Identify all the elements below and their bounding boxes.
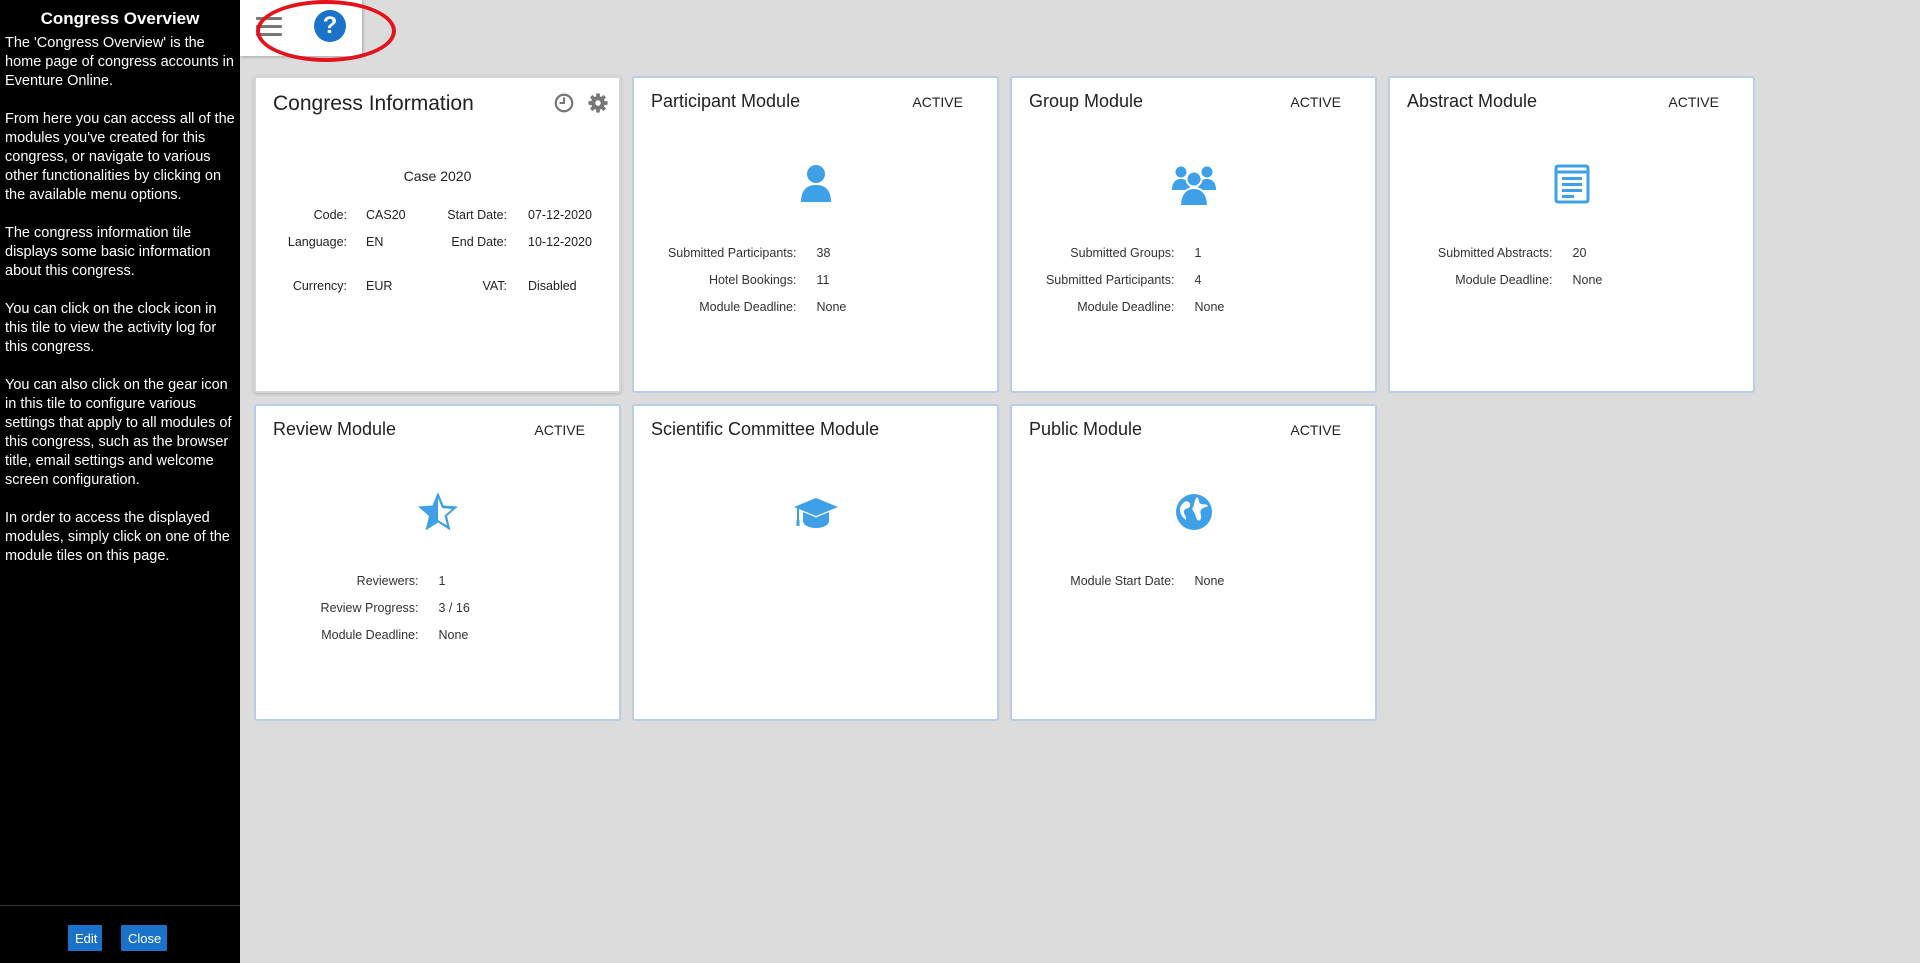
star-icon <box>417 492 458 531</box>
stat-label: Review Progress: <box>320 601 419 615</box>
language-label: Language: <box>287 235 347 249</box>
stat-value: 4 <box>1194 273 1202 287</box>
currency-value: EUR <box>366 279 393 293</box>
module-stats: Submitted Groups: 1 Submitted Participant… <box>1012 246 1375 327</box>
end-date-label: End Date: <box>451 235 507 249</box>
stat-row: Submitted Participants: 4 <box>1012 273 1375 300</box>
stat-row: Submitted Abstracts: 20 <box>1390 246 1753 273</box>
gear-icon[interactable] <box>587 92 609 114</box>
stat-label: Module Deadline: <box>1077 300 1175 314</box>
help-paragraph: The 'Congress Overview' is the home page… <box>5 35 234 89</box>
close-button[interactable]: Close <box>121 925 167 951</box>
tile-tools <box>545 92 609 114</box>
congress-name: Case 2020 <box>403 168 472 184</box>
stat-row: Submitted Groups: 1 <box>1012 246 1375 273</box>
vat-label: VAT: <box>482 279 507 293</box>
stat-value: 11 <box>816 273 830 287</box>
end-date-value: 10-12-2020 <box>528 235 592 249</box>
stat-row: Module Start Date: None <box>1012 574 1375 601</box>
stat-row: Submitted Participants: 38 <box>634 246 997 273</box>
stat-label: Module Start Date: <box>1070 574 1175 588</box>
stat-label: Hotel Bookings: <box>708 273 797 287</box>
help-paragraph: From here you can access all of the modu… <box>5 111 235 203</box>
stat-label: Submitted Participants: <box>1045 273 1175 287</box>
graduation-cap-icon <box>793 498 838 528</box>
user-icon <box>800 165 831 202</box>
status-badge: ACTIVE <box>912 94 963 110</box>
stat-value: 20 <box>1572 246 1587 260</box>
status-badge: ACTIVE <box>1668 94 1719 110</box>
users-group-icon <box>1171 166 1216 207</box>
vat-value: Disabled <box>528 279 577 293</box>
help-footer: Edit Close <box>0 905 240 963</box>
language-value: EN <box>366 235 384 249</box>
stat-row: Module Deadline: None <box>634 300 997 327</box>
tile-title: Participant Module <box>651 91 801 111</box>
help-body: The 'Congress Overview' is the home page… <box>0 34 240 566</box>
help-paragraph: In order to access the displayed modules… <box>5 510 230 564</box>
help-panel: Congress Overview The 'Congress Overview… <box>0 0 240 963</box>
stat-value: None <box>816 300 847 314</box>
stat-value: None <box>1572 273 1603 287</box>
public-module-tile[interactable]: Public Module ACTIVE Module Start Date: N… <box>1010 404 1377 721</box>
code-value: CAS20 <box>366 208 406 222</box>
stat-row: Module Deadline: None <box>256 628 619 655</box>
stat-row: Module Deadline: None <box>1012 300 1375 327</box>
module-stats: Submitted Abstracts: 20 Module Deadline: N… <box>1390 246 1753 300</box>
status-badge: ACTIVE <box>1290 422 1341 438</box>
status-badge: ACTIVE <box>1290 94 1341 110</box>
tile-title: Abstract Module <box>1407 91 1538 111</box>
stat-label: Submitted Abstracts: <box>1437 246 1553 260</box>
stat-value: None <box>1194 574 1225 588</box>
stat-row: Hotel Bookings: 11 <box>634 273 997 300</box>
code-label: Code: <box>313 208 347 222</box>
stat-row: Reviewers: 1 <box>256 574 619 601</box>
start-date-value: 07-12-2020 <box>528 208 592 222</box>
stat-label: Module Deadline: <box>1455 273 1553 287</box>
stat-label: Reviewers: <box>356 574 419 588</box>
question-circle-icon[interactable]: ? <box>314 10 346 42</box>
document-icon <box>1554 164 1589 204</box>
help-title: Congress Overview <box>40 9 200 28</box>
help-paragraph: You can click on the clock icon in this … <box>5 301 217 355</box>
module-stats: Reviewers: 1 Review Progress: 3 / 16 Modul… <box>256 574 619 655</box>
tile-title: Review Module <box>273 419 397 439</box>
module-stats: Submitted Participants: 38 Hotel Bookings… <box>634 246 997 327</box>
abstract-module-tile[interactable]: Abstract Module ACTIVE Submitted Abstrac… <box>1388 76 1755 393</box>
stat-value: None <box>438 628 469 642</box>
stat-row: Module Deadline: None <box>1390 273 1753 300</box>
stat-label: Module Deadline: <box>699 300 797 314</box>
scientific-committee-module-tile[interactable]: Scientific Committee Module <box>632 404 999 721</box>
stat-row: Review Progress: 3 / 16 <box>256 601 619 628</box>
help-paragraph: The congress information tile displays s… <box>5 225 211 279</box>
currency-label: Currency: <box>292 279 347 293</box>
stat-label: Submitted Participants: <box>667 246 797 260</box>
top-toolbar: ? <box>240 0 362 56</box>
group-module-tile[interactable]: Group Module ACTIVE Submitted Groups: 1 S… <box>1010 76 1377 393</box>
tile-title: Public Module <box>1029 419 1143 439</box>
stat-value: None <box>1194 300 1225 314</box>
edit-button[interactable]: Edit <box>68 925 102 951</box>
globe-icon <box>1175 494 1212 530</box>
status-badge: ACTIVE <box>534 422 585 438</box>
help-paragraph: You can also click on the gear icon in t… <box>5 377 232 488</box>
stat-value: 3 / 16 <box>438 601 470 615</box>
start-date-label: Start Date: <box>447 208 507 222</box>
stat-label: Submitted Groups: <box>1070 246 1175 260</box>
review-module-tile[interactable]: Review Module ACTIVE Reviewers: 1 Review … <box>254 404 621 721</box>
stat-value: 1 <box>1194 246 1202 260</box>
stat-value: 38 <box>816 246 831 260</box>
clock-icon[interactable] <box>553 92 575 114</box>
tile-title: Group Module <box>1029 91 1144 111</box>
hamburger-icon[interactable] <box>256 17 284 39</box>
stat-label: Module Deadline: <box>321 628 419 642</box>
tile-title: Scientific Committee Module <box>651 419 880 439</box>
participant-module-tile[interactable]: Participant Module ACTIVE Submitted Part… <box>632 76 999 393</box>
stat-value: 1 <box>438 574 446 588</box>
congress-info-tile: Congress Information Case 2020 Code: CAS… <box>254 76 621 393</box>
module-stats: Module Start Date: None <box>1012 574 1375 601</box>
tile-title: Congress Information <box>273 92 474 115</box>
